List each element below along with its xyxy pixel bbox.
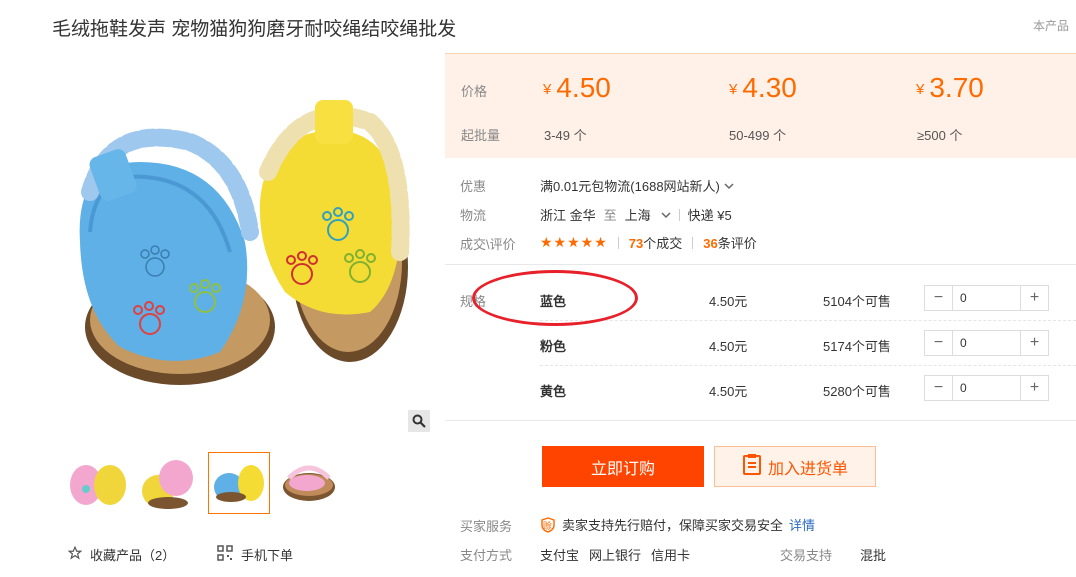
tier-1-moq: 3-49 个 [544,128,587,143]
thumbnail-3-selected[interactable] [208,452,270,514]
add-to-cart-button[interactable]: 加入进货单 [714,446,876,487]
reviews-label: 成交\评价 [460,237,516,252]
divider [692,236,694,249]
divider [678,208,680,221]
annotation-circle [472,270,638,326]
sku-name: 粉色 [540,339,567,354]
plus-icon[interactable]: + [1021,376,1048,400]
sku-price: 4.50元 [709,384,748,399]
divider [540,320,1076,321]
to-word: 至 [603,208,617,223]
payment-label: 支付方式 [460,548,513,563]
rating-stars: ★★★★★ [540,234,608,250]
notice-text: 本产品 [1033,19,1070,33]
product-title: 毛绒拖鞋发声 宠物猫狗狗磨牙耐咬绳结咬绳批发 [52,19,457,40]
reviews-info: ★★★★★ 73个成交 36条评价 [540,233,757,252]
logistics-label: 物流 [460,208,487,223]
promo-dropdown[interactable]: 满0.01元包物流(1688网站新人) [540,176,734,195]
shield-badge-icon: 赊 [540,516,556,533]
order-now-button[interactable]: 立即订购 [542,446,704,487]
moq-label: 起批量 [461,128,501,143]
tier-2-moq: 50-499 个 [729,128,787,143]
chevron-down-icon [661,207,671,222]
clipboard-icon [742,453,762,480]
tier-2-price: ¥4.30 [729,72,797,103]
sku-stock: 5280个可售 [823,384,891,399]
divider [617,236,619,249]
details-link[interactable]: 详情 [789,515,815,534]
mobile-order-label: 手机下单 [241,548,294,563]
quantity-input[interactable]: 0 [952,331,1021,355]
ship-to: 上海 [624,208,651,223]
favorite-label: 收藏产品（2） [90,548,176,563]
thumbnail-2[interactable] [138,453,198,513]
sku-name: 黄色 [540,384,567,399]
price-label: 价格 [461,84,488,99]
minus-icon[interactable]: − [925,331,952,355]
tier-3-moq: ≥500 个 [917,128,963,143]
quantity-stepper: − 0 + [924,285,1049,311]
divider [445,264,1076,265]
favorite-link[interactable]: 收藏产品（2） [67,545,176,564]
minus-icon[interactable]: − [925,286,952,310]
trade-support-label: 交易支持 [780,548,833,563]
express-fee: 快递 ¥5 [687,208,732,223]
quantity-input[interactable]: 0 [952,376,1021,400]
quantity-stepper: − 0 + [924,375,1049,401]
trade-support-value: 混批 [860,548,887,563]
service-label: 买家服务 [460,519,513,534]
ship-to-select[interactable]: 上海 [625,205,671,224]
logistics-info: 浙江 金华 至 上海 快递 ¥5 [540,205,732,224]
sku-price: 4.50元 [709,294,748,309]
promo-label: 优惠 [460,179,487,194]
payment-method: 支付宝 [540,548,580,563]
tier-3-price: ¥3.70 [916,72,984,103]
main-product-image[interactable] [50,52,429,431]
zoom-icon[interactable] [408,410,430,432]
ship-from: 浙江 金华 [540,208,596,223]
thumbnail-4[interactable] [279,453,339,513]
divider [445,420,1076,421]
add-to-cart-label: 加入进货单 [767,460,848,478]
plus-icon[interactable]: + [1021,331,1048,355]
quantity-stepper: − 0 + [924,330,1049,356]
payment-methods: 支付宝 网上银行 信用卡 [540,545,690,564]
sku-stock: 5174个可售 [823,339,891,354]
badge-char: 赊 [543,520,553,531]
thumbnail-1[interactable] [68,453,128,513]
payment-method: 信用卡 [651,548,691,563]
qr-code-icon [217,545,233,564]
chevron-down-icon [724,178,734,193]
minus-icon[interactable]: − [925,376,952,400]
service-info: 赊 卖家支持先行赔付，保障买家交易安全 详情 [540,515,815,534]
payment-method: 网上银行 [589,548,642,563]
quantity-input[interactable]: 0 [952,286,1021,310]
star-outline-icon [67,545,83,563]
promo-text: 满0.01元包物流(1688网站新人) [540,179,720,194]
divider [540,365,1076,366]
tier-1-price: ¥4.50 [543,72,611,103]
sku-price: 4.50元 [709,339,748,354]
reviews-link[interactable]: 36条评价 [703,233,756,252]
plus-icon[interactable]: + [1021,286,1048,310]
service-text: 卖家支持先行赔付，保障买家交易安全 [562,518,784,533]
sku-stock: 5104个可售 [823,294,891,309]
deals-link[interactable]: 73个成交 [629,233,682,252]
mobile-order-link[interactable]: 手机下单 [217,545,293,564]
